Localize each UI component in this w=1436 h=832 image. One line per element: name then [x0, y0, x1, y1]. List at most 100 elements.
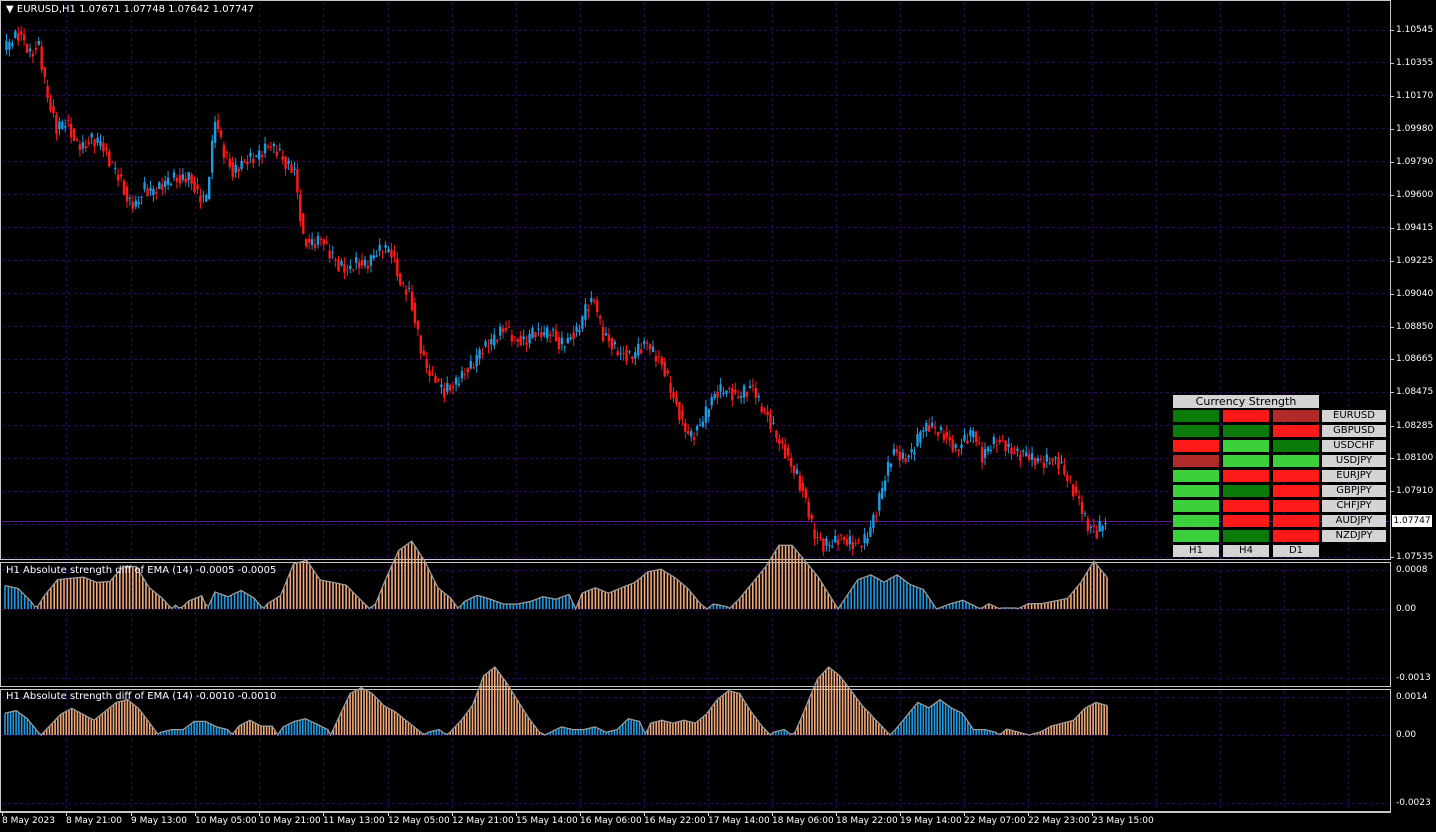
- candle-body: [669, 382, 672, 393]
- candle-body: [584, 304, 587, 320]
- candle-body: [598, 316, 602, 319]
- candle-body: [716, 391, 719, 398]
- candle-body: [61, 121, 64, 129]
- candle-body: [513, 336, 517, 338]
- candle-body: [531, 327, 534, 338]
- candle-body: [751, 384, 755, 386]
- currency-strength-panel: Currency Strength EURUSD GBPUSD USDCHF USDJ…: [1172, 395, 1388, 560]
- candle-body: [1007, 443, 1010, 447]
- candle-body: [590, 297, 593, 302]
- candle-body: [701, 421, 705, 427]
- candle-body: [240, 160, 243, 169]
- candle-body: [231, 162, 234, 177]
- candle-body: [784, 444, 787, 459]
- candle-body: [331, 252, 334, 254]
- strength-cell: [1223, 440, 1269, 452]
- pair-label-gbpjpy[interactable]: GBPJPY: [1322, 485, 1386, 497]
- candle-body: [681, 410, 684, 419]
- tf-h4[interactable]: H4: [1223, 545, 1269, 557]
- candle-body: [980, 447, 984, 463]
- candle-body: [1048, 462, 1051, 464]
- candle-body: [648, 344, 652, 350]
- candle-body: [631, 356, 634, 360]
- candle-body: [766, 411, 769, 416]
- candle-body: [1057, 457, 1060, 469]
- candle-body: [781, 440, 784, 443]
- candle-body: [834, 536, 837, 543]
- collapse-triangle-icon[interactable]: ▼: [6, 4, 14, 15]
- candle-body: [457, 383, 461, 386]
- candle-body: [948, 437, 951, 441]
- candle-body: [528, 333, 531, 344]
- candle-body: [813, 529, 816, 539]
- pair-label-eurusd[interactable]: EURUSD: [1322, 410, 1386, 422]
- pair-label-chfjpy[interactable]: CHFJPY: [1322, 500, 1386, 512]
- candle-body: [84, 146, 87, 149]
- tf-d1[interactable]: D1: [1273, 545, 1319, 557]
- strength-cell: [1273, 515, 1319, 527]
- candle-body: [460, 371, 464, 379]
- strength-cell: [1173, 500, 1219, 512]
- osc-level-label: 0.0008: [1396, 565, 1428, 575]
- candle-body: [801, 482, 804, 491]
- candle-body: [925, 422, 928, 432]
- strength-cell: [1223, 485, 1269, 497]
- candle-body: [93, 139, 96, 147]
- pair-label-eurjpy[interactable]: EURJPY: [1322, 470, 1386, 482]
- candle-body: [269, 146, 273, 148]
- candle-body: [487, 346, 490, 347]
- time-label: 18 May 22:00: [836, 816, 898, 826]
- candle-body: [237, 168, 240, 172]
- candle-body: [548, 334, 552, 337]
- candle-body: [543, 332, 546, 336]
- candle-body: [989, 450, 993, 451]
- candle-body: [55, 114, 58, 134]
- strength-cell: [1173, 440, 1219, 452]
- candle-body: [678, 402, 681, 421]
- candle-body: [404, 289, 408, 295]
- candle-body: [901, 452, 904, 459]
- candle-body: [1095, 530, 1098, 538]
- tf-h1[interactable]: H1: [1173, 545, 1219, 557]
- candle-body: [172, 172, 176, 178]
- candle-body: [719, 384, 722, 392]
- candle-body: [393, 251, 396, 256]
- strength-cell: [1223, 515, 1269, 527]
- candle-body: [551, 329, 555, 331]
- candle-body: [622, 353, 625, 354]
- pair-label-usdjpy[interactable]: USDJPY: [1322, 455, 1386, 467]
- candle-body: [1016, 448, 1019, 451]
- candle-body: [149, 187, 152, 191]
- candle-body: [1074, 486, 1078, 494]
- pair-label-gbpusd[interactable]: GBPUSD: [1322, 425, 1386, 437]
- candle-body: [308, 239, 311, 243]
- candle-body: [654, 356, 658, 362]
- candle-body: [278, 149, 281, 151]
- candle-body: [675, 396, 678, 405]
- candle-body: [613, 341, 616, 345]
- candle-body: [302, 213, 305, 234]
- pair-label-nzdjpy[interactable]: NZDJPY: [1322, 530, 1386, 542]
- candle-body: [1077, 496, 1081, 499]
- candle-body: [563, 346, 566, 348]
- candle-body: [396, 258, 399, 277]
- candle-body: [228, 159, 231, 168]
- pair-label-audjpy[interactable]: AUDJPY: [1322, 515, 1386, 527]
- candle-body: [886, 461, 890, 476]
- candles: [5, 26, 1107, 557]
- strength-cell: [1273, 440, 1319, 452]
- time-label: 12 May 21:00: [452, 816, 514, 826]
- candle-body: [484, 341, 487, 346]
- candle-body: [266, 146, 270, 148]
- candle-body: [728, 388, 731, 389]
- candle-body: [619, 353, 622, 355]
- chart-header: ▼ EURUSD,H1 1.07671 1.07748 1.07642 1.07…: [6, 4, 255, 15]
- time-label: 18 May 06:00: [772, 816, 834, 826]
- candle-body: [769, 414, 772, 430]
- candle-body: [519, 335, 522, 346]
- candle-body: [319, 238, 323, 240]
- pair-label-usdchf[interactable]: USDCHF: [1322, 440, 1386, 452]
- candle-body: [428, 370, 431, 376]
- candle-body: [722, 392, 725, 394]
- candle-body: [904, 458, 907, 463]
